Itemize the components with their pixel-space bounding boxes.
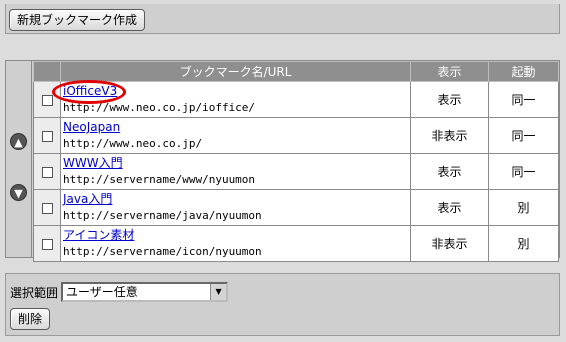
name-url-cell: Java入門 http://servername/java/nyuumon xyxy=(60,189,411,226)
bookmark-link[interactable]: アイコン素材 xyxy=(63,228,134,242)
table-row: WWW入門 http://servername/www/nyuumon 表示 同… xyxy=(33,153,559,190)
name-url-cell: iOfficeV3 http://www.neo.co.jp/ioffice/ xyxy=(60,81,411,118)
down-arrow-icon[interactable]: ▼ xyxy=(10,184,27,201)
range-selected-value: ユーザー任意 xyxy=(66,285,138,299)
name-url-cell: WWW入門 http://servername/www/nyuumon xyxy=(60,153,411,190)
table-row: Java入門 http://servername/java/nyuumon 表示… xyxy=(33,189,559,226)
bookmark-link[interactable]: NeoJapan xyxy=(63,120,120,134)
bookmark-url: http://www.neo.co.jp/ioffice/ xyxy=(63,101,256,114)
row-select-cell xyxy=(33,225,61,262)
name-url-cell: NeoJapan http://www.neo.co.jp/ xyxy=(60,117,411,154)
table-row: NeoJapan http://www.neo.co.jp/ 非表示 同一 xyxy=(33,117,559,154)
header-select xyxy=(33,61,61,82)
toolbar-panel: 新規ブックマーク作成 xyxy=(5,4,560,34)
table-row: iOfficeV3 http://www.neo.co.jp/ioffice/ … xyxy=(33,81,559,118)
bookmark-link[interactable]: WWW入門 xyxy=(63,156,123,170)
name-url-cell: アイコン素材 http://servername/icon/nyuumon xyxy=(60,225,411,262)
launch-cell: 同一 xyxy=(488,117,559,154)
row-select-cell xyxy=(33,153,61,190)
row-checkbox[interactable] xyxy=(41,166,53,178)
range-select[interactable]: ユーザー任意 ▼ xyxy=(61,282,229,302)
bookmark-list: ▲ ▼ ブックマーク名/URL 表示 起動 iOfficeV3 http://w… xyxy=(5,60,560,262)
bookmark-url: http://servername/www/nyuumon xyxy=(63,173,256,186)
launch-cell: 同一 xyxy=(488,153,559,190)
bookmark-url: http://www.neo.co.jp/ xyxy=(63,137,203,150)
range-label: 選択範囲 xyxy=(10,285,59,300)
row-select-cell xyxy=(33,117,61,154)
launch-cell: 別 xyxy=(488,189,559,226)
display-cell: 表示 xyxy=(410,81,489,118)
header-name-url: ブックマーク名/URL xyxy=(60,61,411,82)
bookmark-table: ブックマーク名/URL 表示 起動 iOfficeV3 http://www.n… xyxy=(33,61,559,262)
row-select-cell xyxy=(33,189,61,226)
bookmark-url: http://servername/icon/nyuumon xyxy=(63,245,262,258)
bookmark-link[interactable]: Java入門 xyxy=(63,192,112,206)
launch-cell: 別 xyxy=(488,225,559,262)
display-cell: 表示 xyxy=(410,153,489,190)
reorder-column: ▲ ▼ xyxy=(6,61,32,257)
row-checkbox[interactable] xyxy=(41,94,53,106)
display-cell: 表示 xyxy=(410,189,489,226)
action-panel: 選択範囲 ユーザー任意 ▼ 削除 xyxy=(5,273,560,336)
chevron-down-icon[interactable]: ▼ xyxy=(210,284,227,300)
up-arrow-icon[interactable]: ▲ xyxy=(10,133,27,150)
table-row: アイコン素材 http://servername/icon/nyuumon 非表… xyxy=(33,225,559,262)
display-cell: 非表示 xyxy=(410,117,489,154)
new-bookmark-button[interactable]: 新規ブックマーク作成 xyxy=(9,9,145,31)
header-display: 表示 xyxy=(410,61,489,82)
table-header-row: ブックマーク名/URL 表示 起動 xyxy=(33,61,559,82)
row-checkbox[interactable] xyxy=(41,238,53,250)
row-checkbox[interactable] xyxy=(41,130,53,142)
bookmark-url: http://servername/java/nyuumon xyxy=(63,209,262,222)
delete-button[interactable]: 削除 xyxy=(10,308,50,330)
header-launch: 起動 xyxy=(488,61,559,82)
launch-cell: 同一 xyxy=(488,81,559,118)
range-row: 選択範囲 ユーザー任意 ▼ xyxy=(10,280,555,304)
row-checkbox[interactable] xyxy=(41,202,53,214)
display-cell: 非表示 xyxy=(410,225,489,262)
bookmark-link[interactable]: iOfficeV3 xyxy=(63,84,117,98)
row-select-cell xyxy=(33,81,61,118)
